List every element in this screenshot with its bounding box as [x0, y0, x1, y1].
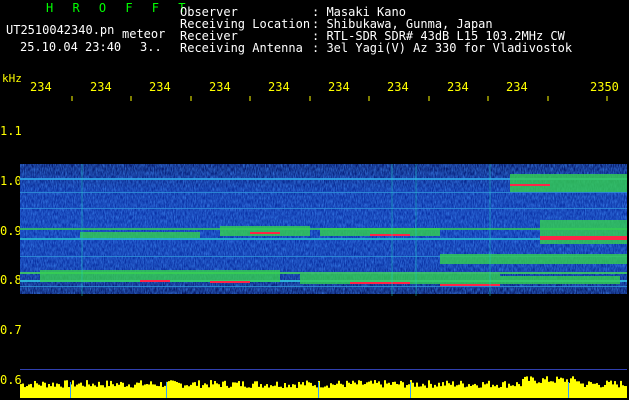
- filename-suffix: meteor: [122, 27, 166, 41]
- x-tick-marks: [71, 96, 608, 101]
- y-tick-label: 0.8: [0, 273, 22, 287]
- x-tick-label: 234: [90, 80, 112, 94]
- spectrogram-plot: [20, 96, 627, 398]
- x-tick-label: 234: [30, 80, 52, 94]
- antenna-label: Receiving Antenna: [180, 41, 303, 55]
- noise-floor: [20, 376, 627, 398]
- x-tick-label: 234: [328, 80, 350, 94]
- x-tick-label: 234: [268, 80, 290, 94]
- y-tick-label: 0.7: [0, 323, 22, 337]
- antenna-value: : 3el Yagi(V) Az 330 for Vladivostok: [312, 41, 573, 55]
- page-label: 3..: [140, 40, 162, 54]
- filename-label: UT2510042340.pn: [6, 23, 115, 37]
- x-tick-label: 2350: [590, 80, 619, 94]
- baseline-line: [20, 369, 627, 370]
- x-tick-label: 234: [506, 80, 528, 94]
- y-tick-label: 1.1: [0, 124, 22, 138]
- hrofft-logo: H R O F F T: [46, 1, 192, 15]
- y-axis-unit: kHz: [2, 72, 22, 85]
- x-tick-label: 234: [209, 80, 231, 94]
- y-tick-label: 1.0: [0, 174, 22, 188]
- x-tick-label: 234: [149, 80, 171, 94]
- x-tick-label: 234: [447, 80, 469, 94]
- y-tick-label: 0.9: [0, 224, 22, 238]
- x-tick-label: 234: [387, 80, 409, 94]
- datetime-label: 25.10.04 23:40: [20, 40, 122, 54]
- y-tick-label: 0.6: [0, 373, 22, 387]
